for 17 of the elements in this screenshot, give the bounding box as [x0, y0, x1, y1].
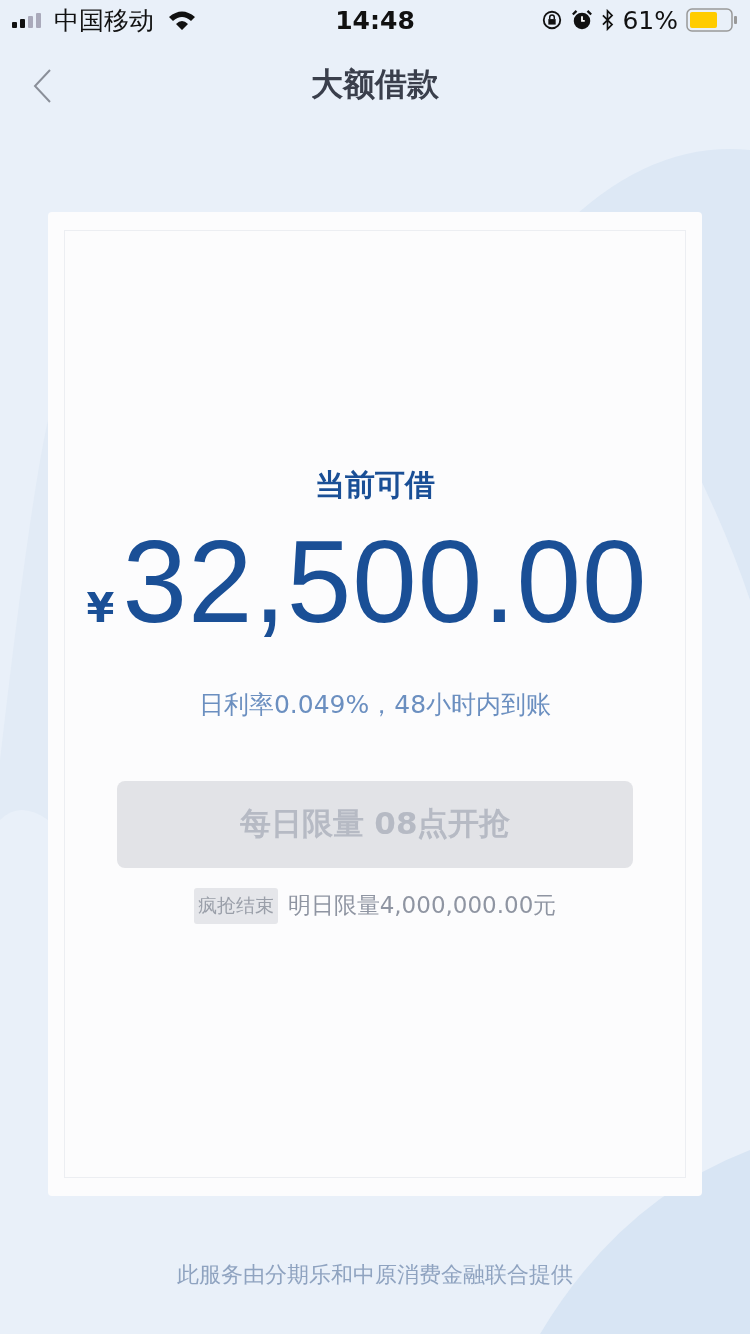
- battery-icon: [686, 8, 738, 32]
- status-time: 14:48: [335, 5, 415, 35]
- provider-note: 此服务由分期乐和中原消费金融联合提供: [177, 1261, 573, 1289]
- limit-note: 明日限量4,000,000.00元: [287, 891, 557, 921]
- back-chevron-icon: [32, 68, 52, 104]
- status-tag: 疯抢结束: [193, 887, 278, 924]
- battery-percent: 61%: [622, 5, 678, 35]
- available-amount: 32,500.00: [122, 522, 648, 644]
- wifi-icon: [168, 10, 196, 30]
- rate-text: 日利率0.049%，48小时内到账: [198, 688, 552, 721]
- page-title: 大额借款: [311, 64, 439, 105]
- rotation-lock-icon: [541, 9, 564, 31]
- currency-symbol: ¥: [86, 585, 115, 631]
- alarm-icon: [571, 9, 594, 31]
- bluetooth-icon: [601, 9, 615, 31]
- carrier-name: 中国移动: [54, 4, 154, 37]
- available-label: 当前可借: [315, 466, 435, 504]
